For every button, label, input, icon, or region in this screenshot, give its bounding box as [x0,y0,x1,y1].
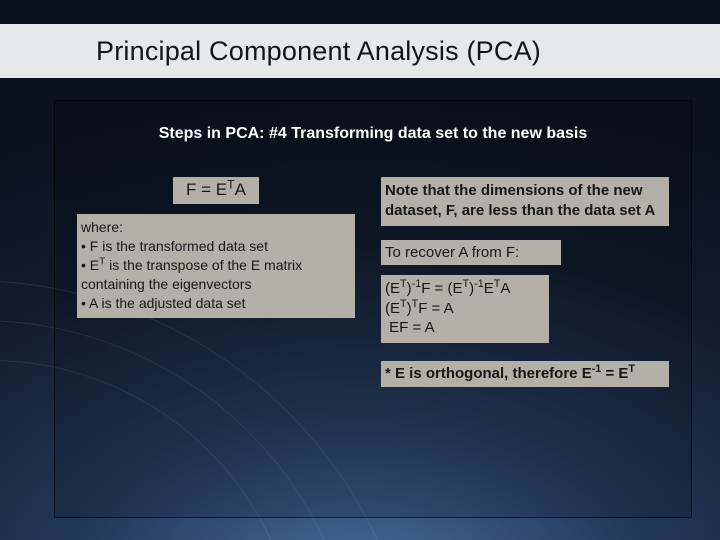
columns: F = ETA where: • F is the transformed da… [77,177,669,387]
where-item: • F is the transformed data set [81,237,347,256]
left-column: F = ETA where: • F is the transformed da… [77,177,355,387]
content-panel: Steps in PCA: #4 Transforming data set t… [54,100,692,518]
equations: (ET)-1F = (ET)-1ETA (ET)TF = A EF = A [381,275,549,343]
where-label: where: [81,218,347,237]
right-column: Note that the dimensions of the new data… [381,177,669,387]
formula: F = ETA [173,177,259,204]
where-item: • ET is the transpose of the E matrix co… [81,256,347,294]
slide-title: Principal Component Analysis (PCA) [96,36,541,67]
recover-label: To recover A from F: [381,240,561,265]
subtitle: Steps in PCA: #4 Transforming data set t… [77,125,669,143]
equation-line: (ET)-1F = (ET)-1ETA [385,279,543,299]
where-item: • A is the adjusted data set [81,294,347,313]
equation-line: (ET)TF = A [385,299,543,319]
equation-line: EF = A [385,318,543,338]
note-box: Note that the dimensions of the new data… [381,177,669,226]
footnote: * E is orthogonal, therefore E-1 = ET [381,361,669,387]
slide: Principal Component Analysis (PCA) Steps… [0,0,720,540]
where-block: where: • F is the transformed data set •… [77,214,355,318]
title-bar: Principal Component Analysis (PCA) [0,24,720,78]
